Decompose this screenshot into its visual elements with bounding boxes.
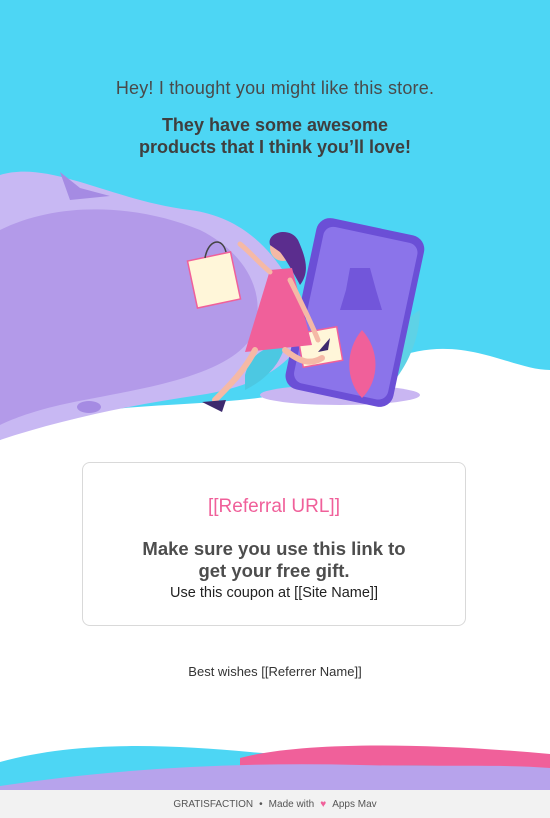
- footer-brand[interactable]: GRATISFACTION: [173, 799, 253, 810]
- footer-made-with: Made with: [268, 798, 315, 810]
- footer-separator: •: [259, 798, 263, 810]
- tagline-line-1: They have some awesome: [161, 115, 389, 135]
- coupon-text: Use this coupon at [[Site Name]]: [170, 585, 378, 601]
- footer-maker-link[interactable]: Apps Mav: [332, 799, 376, 810]
- gift-message-line-1: Make sure you use this link to: [142, 538, 406, 559]
- referral-card: [[Referral URL]] Make sure you use this …: [82, 462, 466, 626]
- heart-icon: ♥: [320, 798, 327, 810]
- gift-message: Make sure you use this link to get your …: [83, 538, 465, 582]
- gift-message-line-2: get your free gift.: [198, 560, 350, 581]
- referral-email-page: Hey! I thought you might like this store…: [0, 0, 550, 818]
- bottom-wave-decoration: [0, 745, 550, 792]
- closing-text: Best wishes [[Referrer Name]]: [188, 664, 362, 679]
- tagline: They have some awesome products that I t…: [0, 114, 550, 158]
- tagline-line-2: products that I think you’ll love!: [138, 137, 411, 157]
- referral-link[interactable]: [[Referral URL]]: [83, 496, 465, 518]
- hero-illustration: [0, 0, 550, 450]
- footer: GRATISFACTION • Made with ♥ Apps Mav: [0, 790, 550, 818]
- greeting-text: Hey! I thought you might like this store…: [115, 78, 435, 98]
